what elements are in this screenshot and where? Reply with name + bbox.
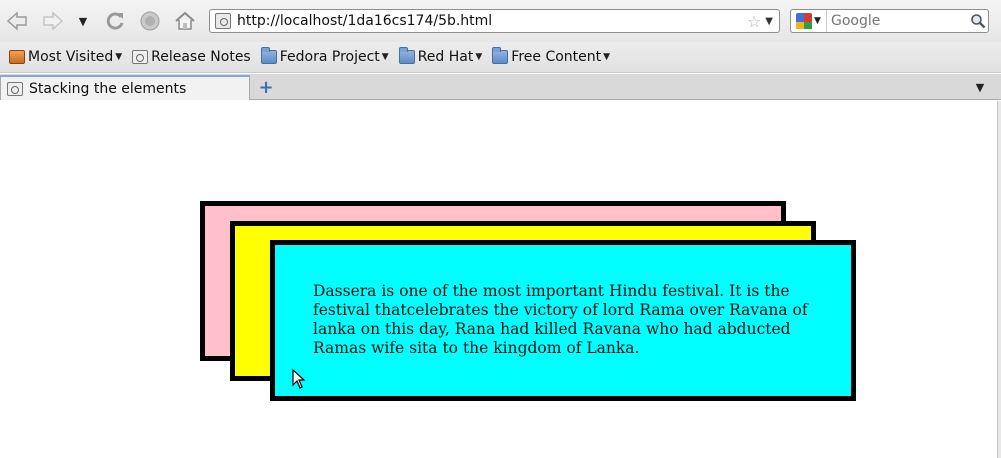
tab-strip: Stacking the elements + ▼ xyxy=(0,74,1001,100)
reload-button[interactable] xyxy=(102,8,128,34)
chevron-down-icon: ▼ xyxy=(115,52,123,62)
cyan-box: Dassera is one of the most important Hin… xyxy=(270,240,856,401)
chevron-down-icon: ▼ xyxy=(78,14,88,28)
search-engine-selector[interactable]: ▼ xyxy=(791,10,827,32)
list-all-tabs-button[interactable]: ▼ xyxy=(971,78,989,96)
chevron-down-icon: ▼ xyxy=(814,16,821,26)
page-icon xyxy=(7,81,23,96)
stop-icon xyxy=(140,11,160,31)
chevron-down-icon: ▼ xyxy=(603,52,611,62)
bookmarks-toolbar: Most Visited ▼ Release Notes Fedora Proj… xyxy=(0,42,1001,73)
back-arrow-icon xyxy=(6,11,27,31)
url-text[interactable]: http://localhost/1da16cs174/5b.html xyxy=(237,13,747,29)
bookmark-label: Release Notes xyxy=(151,49,251,65)
search-bar[interactable]: ▼ xyxy=(790,9,989,33)
url-history-dropdown-icon[interactable]: ▼ xyxy=(765,16,773,27)
page-icon xyxy=(132,50,149,64)
bookmark-free-content[interactable]: Free Content ▼ xyxy=(488,45,614,69)
bookmark-star-icon[interactable]: ☆ xyxy=(747,12,761,31)
scrollbar-edge[interactable] xyxy=(997,101,1001,458)
google-logo-icon xyxy=(796,13,813,29)
folder-icon xyxy=(492,47,509,64)
new-tab-button[interactable]: + xyxy=(257,76,275,98)
home-icon xyxy=(175,11,195,30)
bookmark-red-hat[interactable]: Red Hat ▼ xyxy=(395,45,487,69)
chevron-down-icon: ▼ xyxy=(381,52,389,62)
history-dropdown-button[interactable]: ▼ xyxy=(73,8,93,34)
search-input[interactable] xyxy=(827,13,968,29)
search-magnifier-icon[interactable] xyxy=(968,13,988,29)
navigation-toolbar: ▼ http://localhost/1da16cs174/5b.html ☆ … xyxy=(0,0,1001,42)
page-content: Dassera is one of the most important Hin… xyxy=(0,101,1001,458)
bookmark-label: Red Hat xyxy=(417,49,474,65)
bookmark-release-notes[interactable]: Release Notes xyxy=(128,45,255,69)
folder-icon xyxy=(398,47,415,64)
plus-icon: + xyxy=(258,76,274,98)
forward-button[interactable] xyxy=(40,8,66,34)
festival-paragraph: Dassera is one of the most important Hin… xyxy=(313,282,808,357)
stop-button[interactable] xyxy=(137,8,163,34)
smart-folder-icon xyxy=(9,50,25,64)
reload-icon xyxy=(106,12,124,30)
mouse-cursor-icon xyxy=(292,369,306,389)
site-identity-icon[interactable] xyxy=(215,13,231,29)
tab-label: Stacking the elements xyxy=(29,80,187,97)
tab-stacking-the-elements[interactable]: Stacking the elements xyxy=(0,75,250,100)
home-button[interactable] xyxy=(172,8,198,34)
bookmark-most-visited[interactable]: Most Visited ▼ xyxy=(5,45,126,69)
bookmark-fedora-project[interactable]: Fedora Project ▼ xyxy=(257,45,393,69)
folder-icon xyxy=(260,47,277,64)
chevron-down-icon: ▼ xyxy=(975,80,985,94)
chevron-down-icon: ▼ xyxy=(475,52,483,62)
bookmark-label: Most Visited xyxy=(28,49,114,65)
forward-arrow-icon xyxy=(43,11,64,31)
back-button[interactable] xyxy=(4,8,30,34)
bookmark-label: Free Content xyxy=(511,49,602,65)
bookmark-label: Fedora Project xyxy=(279,49,380,65)
address-bar[interactable]: http://localhost/1da16cs174/5b.html ☆ ▼ xyxy=(209,9,780,33)
